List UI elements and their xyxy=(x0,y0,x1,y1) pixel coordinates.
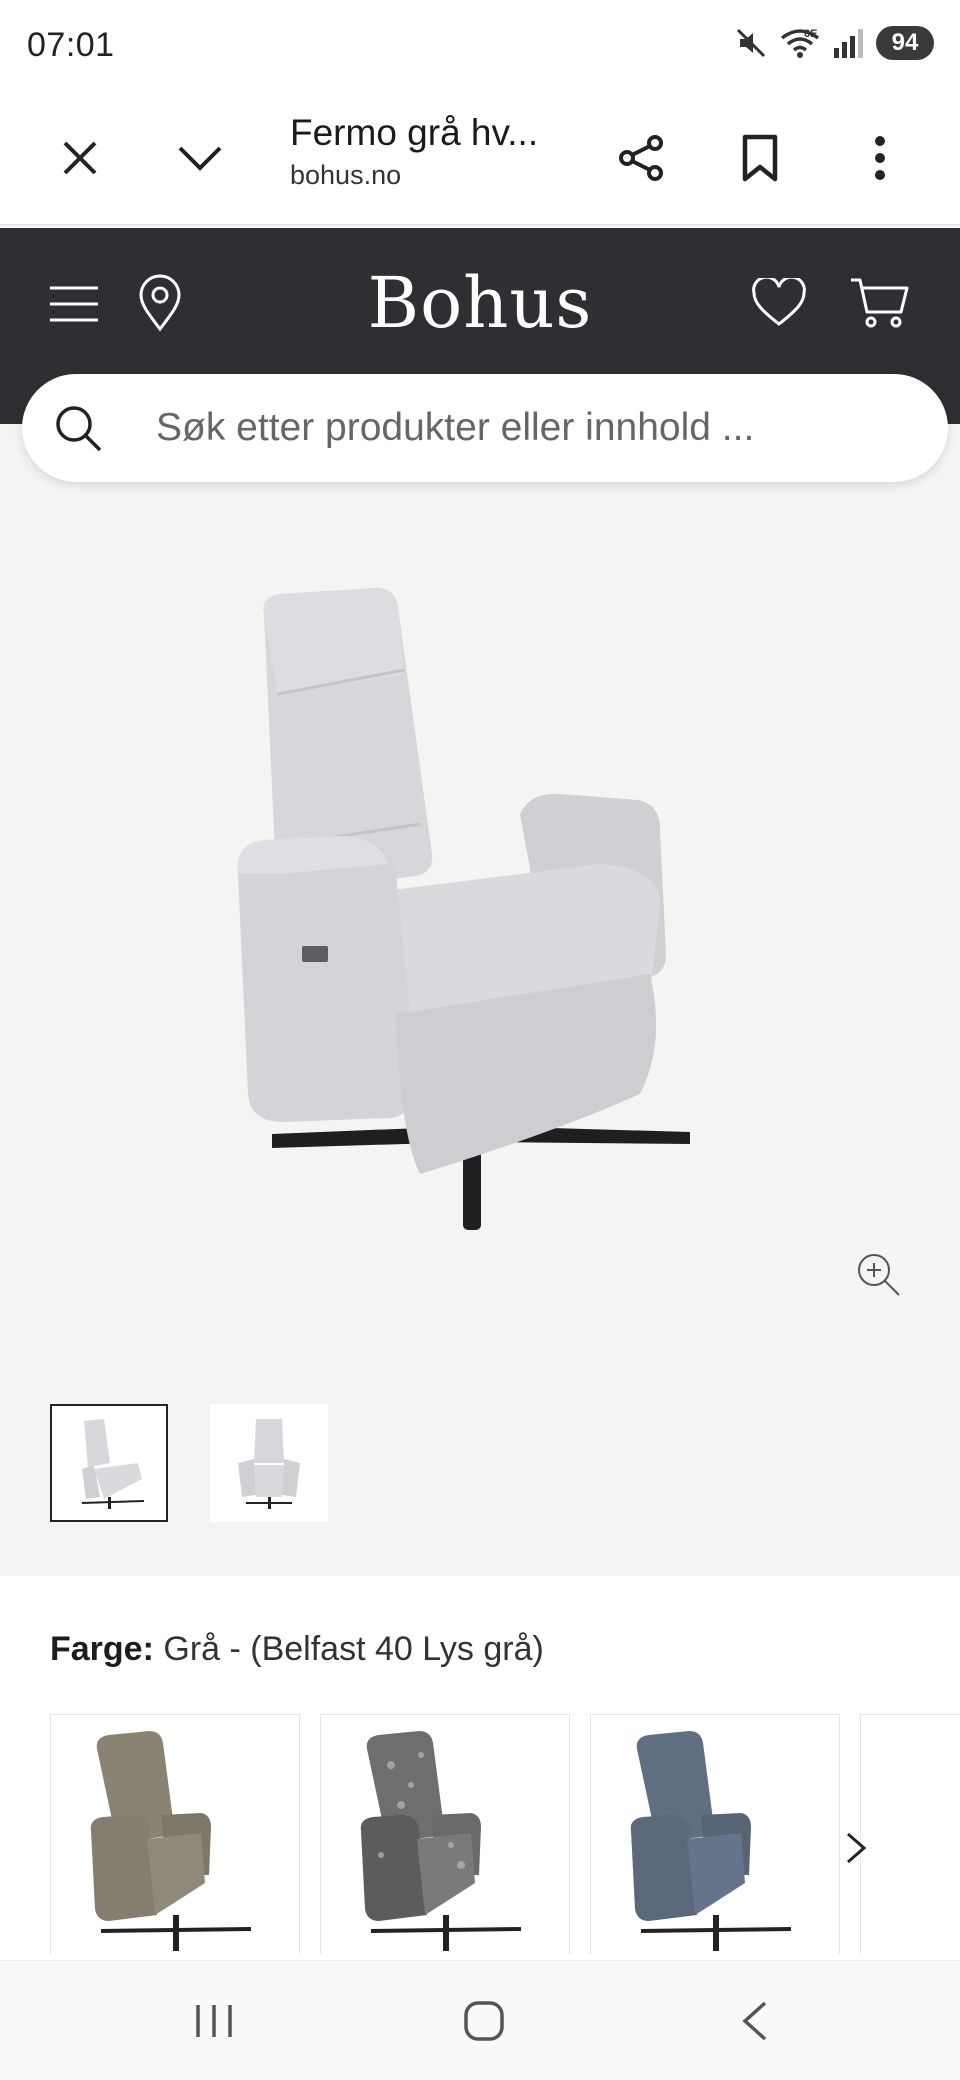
chevron-down-icon xyxy=(178,146,222,171)
menu-button[interactable] xyxy=(44,274,104,334)
page-title: Fermo grå hv... xyxy=(290,112,539,153)
hamburger-menu-icon xyxy=(50,286,98,322)
page-url: bohus.no xyxy=(290,160,402,190)
wifi-icon: 6E xyxy=(778,26,822,60)
product-image[interactable] xyxy=(220,574,740,1264)
thumbnail-2[interactable] xyxy=(210,1404,328,1522)
network-label: 6E xyxy=(804,28,817,40)
mute-icon xyxy=(734,26,768,60)
status-bar: 07:01 6E 94 xyxy=(0,0,960,90)
battery-indicator: 94 xyxy=(876,26,934,60)
more-vertical-icon xyxy=(875,136,885,180)
recent-apps-button[interactable] xyxy=(182,1989,246,2053)
color-swatch-partial[interactable] xyxy=(860,1714,960,1954)
location-pin-icon xyxy=(139,274,181,332)
page-info[interactable]: Fermo grå hv... bohus.no xyxy=(290,112,590,191)
cart-button[interactable] xyxy=(846,272,912,334)
search-bar xyxy=(22,374,948,482)
color-swatch-blue[interactable] xyxy=(590,1714,840,1954)
color-swatch-olive[interactable] xyxy=(50,1714,300,1954)
thumbnail-1[interactable] xyxy=(50,1404,168,1522)
back-arrow-icon xyxy=(742,2001,767,2041)
status-time: 07:01 xyxy=(27,26,115,64)
color-label-key: Farge: xyxy=(50,1630,154,1668)
store-locator-button[interactable] xyxy=(130,270,190,336)
wishlist-button[interactable] xyxy=(748,272,810,334)
color-swatch-sheepskin[interactable] xyxy=(320,1714,570,1954)
search-icon[interactable] xyxy=(52,402,104,454)
bookmark-button[interactable] xyxy=(728,126,792,190)
share-button[interactable] xyxy=(610,126,674,190)
recents-icon xyxy=(196,2005,232,2037)
thumbnail-chair-image xyxy=(81,1419,145,1509)
status-icons: 6E 94 xyxy=(734,26,934,60)
signal-icon xyxy=(832,26,866,60)
chair-olive-image xyxy=(90,1731,252,1951)
share-icon xyxy=(619,135,663,181)
home-icon xyxy=(464,2001,504,2041)
bohus-logo[interactable]: Bohus xyxy=(330,262,630,344)
system-navigation-bar xyxy=(0,1960,960,2080)
chevron-right-icon xyxy=(847,1832,867,1864)
heart-icon xyxy=(752,278,806,326)
color-label-value: Grå - (Belfast 40 Lys grå) xyxy=(163,1630,544,1668)
thumbnail-chair-front-image xyxy=(238,1419,300,1509)
zoom-in-icon xyxy=(858,1254,900,1296)
close-tab-button[interactable] xyxy=(48,126,112,190)
cart-icon xyxy=(851,278,909,328)
back-button[interactable] xyxy=(722,1989,786,2053)
zoom-button[interactable] xyxy=(854,1250,902,1298)
color-selector-label: Farge: Grå - (Belfast 40 Lys grå) xyxy=(50,1630,544,1669)
chair-sheepskin-image xyxy=(360,1731,522,1951)
product-gallery xyxy=(0,424,960,1576)
home-button[interactable] xyxy=(452,1989,516,2053)
chair-blue-image xyxy=(630,1731,792,1951)
close-icon xyxy=(63,141,97,175)
minimize-button[interactable] xyxy=(168,126,232,190)
search-input[interactable] xyxy=(156,374,916,482)
browser-toolbar: Fermo grå hv... bohus.no xyxy=(0,90,960,226)
recline-control xyxy=(302,946,328,962)
more-options-button[interactable] xyxy=(848,126,912,190)
swatch-next-button[interactable] xyxy=(838,1830,874,1866)
bookmark-icon xyxy=(742,134,778,182)
